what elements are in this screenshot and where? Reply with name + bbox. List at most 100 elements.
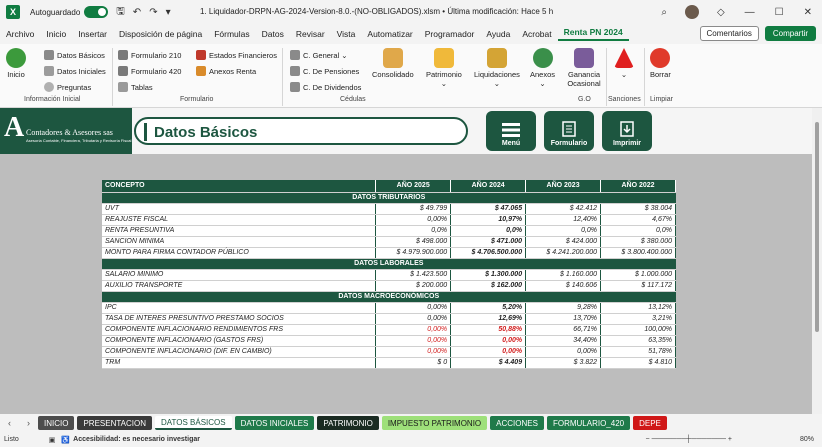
concept-cell[interactable]: MONTO PARA FIRMA CONTADOR PÚBLICO	[102, 247, 377, 259]
value-cell[interactable]: 0,00%	[375, 335, 452, 347]
ganancia-ocasional-button[interactable]: Ganancia Ocasional	[566, 48, 602, 88]
tab-acrobat[interactable]: Acrobat	[516, 29, 557, 39]
tab-scroll-left-icon[interactable]: ‹	[8, 418, 11, 428]
autosave-toggle[interactable]	[84, 6, 109, 18]
datos-basicos-button[interactable]: Datos Básicos	[44, 50, 105, 60]
zoom-level[interactable]: 80%	[800, 436, 814, 443]
sheet-tab[interactable]: FORMULARIO_420	[546, 416, 631, 430]
tab-disposicion[interactable]: Disposición de página	[113, 29, 208, 39]
accessibility-status[interactable]: Accesibilidad: es necesario investigar	[73, 436, 200, 443]
value-cell[interactable]: $ 498.000	[375, 236, 452, 248]
concept-cell[interactable]: SALARIO MINIMO	[102, 269, 377, 281]
section-title[interactable]: DATOS MACROECONÓMICOS	[102, 291, 676, 303]
zoom-slider[interactable]: − ───────┼─────── +	[646, 436, 732, 443]
value-cell[interactable]: $ 42.412	[525, 203, 602, 215]
value-cell[interactable]: $ 424.000	[525, 236, 602, 248]
sheet-tab[interactable]: DATOS BÁSICOS	[154, 416, 232, 430]
sanciones-button[interactable]: ⌄	[614, 48, 634, 79]
c-dividendos-button[interactable]: C. De Dividendos	[290, 82, 361, 92]
tab-archivo[interactable]: Archivo	[0, 29, 40, 39]
tab-ayuda[interactable]: Ayuda	[480, 29, 516, 39]
comments-button[interactable]: Comentarios	[699, 26, 759, 41]
value-cell[interactable]: 9,28%	[525, 302, 602, 314]
value-cell[interactable]: 34,40%	[525, 335, 602, 347]
value-cell[interactable]: $ 200.000	[375, 280, 452, 292]
formulario-button[interactable]: Formulario	[544, 111, 594, 151]
value-cell[interactable]: 12,69%	[450, 313, 527, 325]
anexos-button[interactable]: Anexos ⌄	[530, 48, 555, 88]
customize-quick-access-icon[interactable]: ▾	[166, 7, 171, 18]
vertical-scrollbar[interactable]	[812, 108, 822, 414]
value-cell[interactable]: $ 471.000	[450, 236, 527, 248]
preguntas-button[interactable]: Preguntas	[44, 82, 91, 92]
undo-icon[interactable]: ↶	[133, 7, 141, 18]
close-icon[interactable]: ✕	[804, 7, 812, 18]
value-cell[interactable]: $ 47.065	[450, 203, 527, 215]
macro-icon[interactable]: ▣	[49, 436, 56, 444]
value-cell[interactable]: $ 1.300.000	[450, 269, 527, 281]
liquidaciones-button[interactable]: Liquidaciones ⌄	[474, 48, 520, 88]
document-title[interactable]: 1. Liquidador-DRPN-AG-2024-Version-8.0.-…	[200, 7, 553, 16]
redo-icon[interactable]: ↷	[149, 7, 157, 18]
concept-cell[interactable]: TRM	[102, 357, 377, 369]
value-cell[interactable]: $ 140.606	[525, 280, 602, 292]
value-cell[interactable]: $ 0	[375, 357, 452, 369]
tab-programador[interactable]: Programador	[419, 29, 481, 39]
value-cell[interactable]: $ 380.000	[600, 236, 676, 248]
column-header[interactable]: AÑO 2025	[375, 180, 452, 193]
anexos-renta-button[interactable]: Anexos Renta	[196, 66, 256, 76]
value-cell[interactable]: $ 38.004	[600, 203, 676, 215]
value-cell[interactable]: $ 117.172	[600, 280, 676, 292]
sheet-tab[interactable]: ACCIONES	[490, 416, 544, 430]
value-cell[interactable]: $ 49.799	[375, 203, 452, 215]
formulario-210-button[interactable]: Formulario 210	[118, 50, 181, 60]
value-cell[interactable]: 5,20%	[450, 302, 527, 314]
tablas-button[interactable]: Tablas	[118, 82, 153, 92]
value-cell[interactable]: 10,97%	[450, 214, 527, 226]
concept-cell[interactable]: AUXILIO TRANSPORTE	[102, 280, 377, 292]
section-title[interactable]: DATOS TRIBUTARIOS	[102, 192, 676, 204]
concept-cell[interactable]: REAJUSTE FISCAL	[102, 214, 377, 226]
value-cell[interactable]: 0,00%	[375, 302, 452, 314]
value-cell[interactable]: 4,67%	[600, 214, 676, 226]
tab-automatizar[interactable]: Automatizar	[361, 29, 418, 39]
maximize-icon[interactable]: ☐	[775, 7, 784, 18]
section-title[interactable]: DATOS LABORALES	[102, 258, 676, 270]
premium-diamond-icon[interactable]: ◇	[717, 7, 725, 18]
value-cell[interactable]: 100,00%	[600, 324, 676, 336]
consolidado-button[interactable]: Consolidado	[372, 48, 414, 79]
column-header[interactable]: CONCEPTO	[102, 180, 377, 193]
value-cell[interactable]: $ 4.409	[450, 357, 527, 369]
concept-cell[interactable]: COMPONENTE INFLACIONARIO (GASTOS FRS)	[102, 335, 377, 347]
value-cell[interactable]: 0,00%	[375, 214, 452, 226]
value-cell[interactable]: 50,88%	[450, 324, 527, 336]
c-general-button[interactable]: C. General ⌄	[290, 50, 348, 60]
value-cell[interactable]: 0,00%	[450, 346, 527, 358]
imprimir-button[interactable]: Imprimir	[602, 111, 652, 151]
column-header[interactable]: AÑO 2022	[600, 180, 676, 193]
sheet-tab[interactable]: DEPE	[633, 416, 667, 430]
minimize-icon[interactable]: —	[745, 7, 755, 18]
tab-datos[interactable]: Datos	[256, 29, 290, 39]
value-cell[interactable]: 13,12%	[600, 302, 676, 314]
concept-cell[interactable]: SANCION MINIMA	[102, 236, 377, 248]
value-cell[interactable]: 51,78%	[600, 346, 676, 358]
tab-insertar[interactable]: Insertar	[72, 29, 113, 39]
patrimonio-button[interactable]: Patrimonio ⌄	[426, 48, 462, 88]
share-button[interactable]: Compartir	[764, 26, 816, 41]
save-icon[interactable]: 🖫	[116, 4, 125, 21]
value-cell[interactable]: 66,71%	[525, 324, 602, 336]
concept-cell[interactable]: IPC	[102, 302, 377, 314]
tab-inicio[interactable]: Inicio	[40, 29, 72, 39]
tab-scroll-right-icon[interactable]: ›	[27, 418, 30, 428]
datos-iniciales-button[interactable]: Datos Iniciales	[44, 66, 106, 76]
value-cell[interactable]: $ 4.706.500.000	[450, 247, 527, 259]
inicio-button[interactable]: Inicio	[6, 48, 26, 79]
value-cell[interactable]: 3,21%	[600, 313, 676, 325]
concept-cell[interactable]: TASA DE INTERES PRESUNTIVO PRESTAMO SOCI…	[102, 313, 377, 325]
column-header[interactable]: AÑO 2023	[525, 180, 602, 193]
value-cell[interactable]: $ 1.000.000	[600, 269, 676, 281]
sheet-tab[interactable]: PRESENTACION	[77, 416, 152, 430]
value-cell[interactable]: $ 3.822	[525, 357, 602, 369]
value-cell[interactable]: 0,00%	[525, 346, 602, 358]
